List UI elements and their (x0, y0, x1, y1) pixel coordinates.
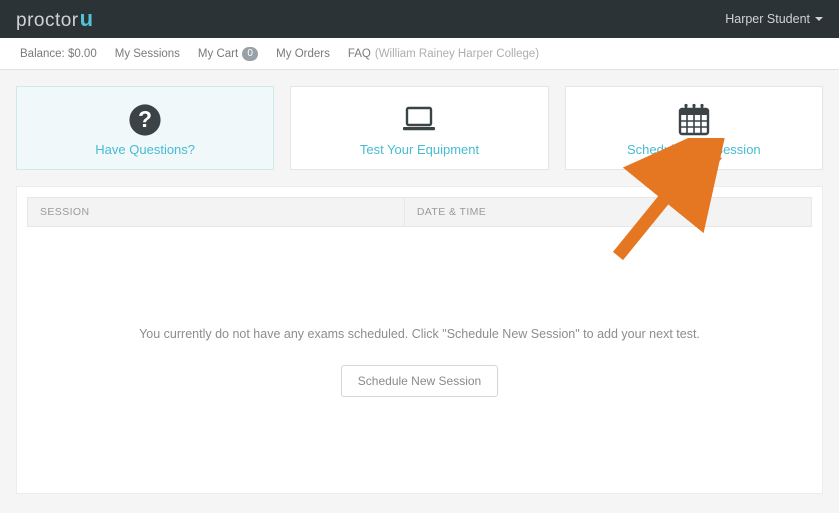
question-icon: ? (128, 100, 162, 140)
topbar: proctor u Harper Student (0, 0, 839, 38)
nav-my-cart-label: My Cart (198, 48, 238, 60)
nav-faq-institution: (William Rainey Harper College) (375, 48, 539, 60)
cart-count-badge: 0 (242, 47, 258, 61)
col-actions (654, 198, 811, 226)
card-schedule-new-label: Schedule New Session (627, 142, 761, 157)
logo-prefix: proctor (16, 10, 79, 32)
schedule-new-session-button[interactable]: Schedule New Session (341, 365, 498, 397)
caret-down-icon (815, 17, 823, 21)
sessions-panel: SESSION DATE & TIME You currently do not… (16, 186, 823, 494)
card-test-equipment[interactable]: Test Your Equipment (290, 86, 548, 170)
nav-my-sessions[interactable]: My Sessions (115, 48, 180, 60)
card-schedule-new[interactable]: Schedule New Session (565, 86, 823, 170)
col-datetime: DATE & TIME (404, 198, 655, 226)
user-display-name: Harper Student (725, 12, 810, 26)
calendar-icon (676, 100, 712, 140)
nav-my-orders[interactable]: My Orders (276, 48, 330, 60)
user-menu[interactable]: Harper Student (725, 12, 823, 26)
empty-state-message: You currently do not have any exams sche… (27, 327, 812, 341)
logo-suffix: u (80, 6, 93, 32)
col-session: SESSION (28, 206, 404, 218)
card-have-questions-label: Have Questions? (95, 142, 195, 157)
nav-faq[interactable]: FAQ (William Rainey Harper College) (348, 48, 539, 60)
card-test-equipment-label: Test Your Equipment (360, 142, 479, 157)
card-have-questions[interactable]: ? Have Questions? (16, 86, 274, 170)
sessions-table-header: SESSION DATE & TIME (27, 197, 812, 227)
nav-faq-label: FAQ (348, 48, 371, 60)
empty-state: You currently do not have any exams sche… (27, 227, 812, 397)
subnav: Balance: $0.00 My Sessions My Cart 0 My … (0, 38, 839, 70)
nav-my-cart[interactable]: My Cart 0 (198, 47, 258, 61)
logo[interactable]: proctor u (16, 6, 93, 32)
action-cards-row: ? Have Questions? Test Your Equipment (16, 86, 823, 170)
svg-text:?: ? (138, 106, 152, 132)
laptop-icon (399, 100, 439, 140)
nav-balance[interactable]: Balance: $0.00 (20, 48, 97, 60)
